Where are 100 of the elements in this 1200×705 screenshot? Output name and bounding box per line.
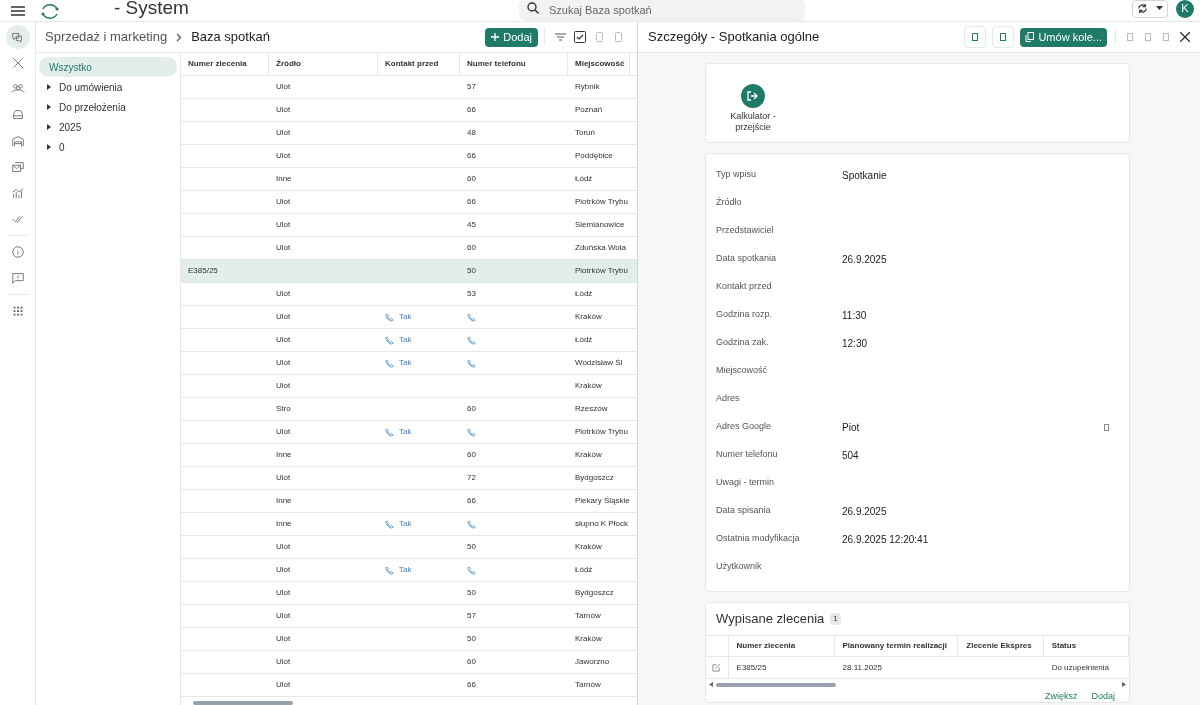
table-cell: Piekary Śląskie <box>575 495 630 507</box>
phone-icon <box>385 335 394 345</box>
table-row[interactable]: Ulot Tak Piotrków Trybu <box>181 421 637 444</box>
table-cell: Siemianowice <box>575 219 625 231</box>
contact-link[interactable]: Tak <box>385 311 412 323</box>
contact-link[interactable]: Tak <box>385 518 412 530</box>
table-row[interactable]: Ulot 66 Piotrków Trybu <box>181 191 637 214</box>
table-row[interactable]: Ulot Tak Kraków <box>181 306 637 329</box>
scrollbar[interactable] <box>193 701 293 705</box>
tool-button[interactable] <box>992 26 1015 48</box>
table-row[interactable]: Ulot Tak Łódź <box>181 559 637 582</box>
table-row[interactable]: Ulot 66 Poznań <box>181 99 637 122</box>
column-header[interactable]: Numer telefonu <box>460 53 568 75</box>
copy-icon <box>1025 32 1035 42</box>
table-row[interactable]: Ulot 57 Tarnów <box>181 605 637 628</box>
tree-item[interactable]: Wszystko <box>39 57 177 77</box>
table-row[interactable]: Ulot 60 Jaworzno <box>181 651 637 674</box>
footer-link[interactable]: Dodaj <box>1091 691 1115 701</box>
table-row[interactable]: Ulot 50 Bydgoszcz <box>181 582 637 605</box>
table-cell: Rybnik <box>575 81 600 93</box>
panel-icon[interactable] <box>596 32 603 42</box>
tool-button[interactable] <box>964 26 987 48</box>
copy-icon[interactable] <box>1104 423 1109 431</box>
phone-icon[interactable] <box>467 427 476 437</box>
table-cell: Piotrków Trybu <box>575 426 628 438</box>
table-row[interactable]: Stro 60 Rzeszów <box>181 398 637 421</box>
edit-icon[interactable] <box>712 663 722 672</box>
column-header[interactable]: Status <box>1043 636 1129 656</box>
table-cell: Kraków <box>575 311 602 323</box>
contact-link[interactable]: Tak <box>385 357 412 369</box>
search-field[interactable]: Szukaj Baza spotkań <box>518 0 805 21</box>
contact-link[interactable]: Tak <box>385 564 412 576</box>
user-avatar[interactable]: K <box>1176 0 1194 18</box>
column-header[interactable]: Kontakt przed <box>378 53 460 75</box>
checkbox-icon[interactable] <box>574 31 586 43</box>
phone-icon[interactable] <box>467 565 476 575</box>
column-header[interactable]: Zlecenie Ekspres <box>958 636 1044 656</box>
panel-icon[interactable] <box>1163 33 1169 41</box>
scroll-left-icon[interactable] <box>709 682 713 687</box>
breadcrumb-link[interactable]: Sprzedaż i marketing <box>45 27 168 47</box>
column-header[interactable]: Miejscowość <box>568 53 630 75</box>
breadcrumb-current: Baza spotkań <box>191 28 270 47</box>
table-row[interactable]: Ulot 50 Kraków <box>181 628 637 651</box>
table-row[interactable]: Ulot 66 Poddębice <box>181 145 637 168</box>
table-cell: 53 <box>467 288 476 300</box>
table-row[interactable]: Ulot Tak Łódź <box>181 329 637 352</box>
meetings-icon <box>10 30 25 44</box>
column-header[interactable]: Numer zlecenia <box>728 636 835 656</box>
table-row[interactable]: Inne 60 Łódź <box>181 168 637 191</box>
panel-icon[interactable] <box>615 32 622 42</box>
phone-icon[interactable] <box>467 519 476 529</box>
table-row[interactable]: Inne 60 Kraków <box>181 444 637 467</box>
table-row[interactable]: Ulot 72 Bydgoszcz <box>181 467 637 490</box>
footer-link[interactable]: Zwiększ <box>1044 691 1078 701</box>
table-cell: Poddębice <box>575 150 613 162</box>
phone-icon[interactable] <box>467 312 476 322</box>
table-row[interactable]: Ulot 57 Rybnik <box>181 76 637 99</box>
scrollbar[interactable] <box>716 682 836 687</box>
tree-item[interactable]: 2025 <box>39 117 177 137</box>
field-label: Miejscowość <box>716 364 768 378</box>
sync-button[interactable] <box>1132 0 1168 18</box>
table-row[interactable]: Ulot 66 Tarnów <box>181 674 637 697</box>
nav-button[interactable] <box>5 25 30 49</box>
column-header[interactable]: Numer zlecenia <box>181 53 269 75</box>
phone-icon <box>385 312 394 322</box>
table-cell: Łódź <box>575 173 593 185</box>
tree-item[interactable]: Do umówienia <box>39 77 177 97</box>
table-cell: Ulot <box>276 81 291 93</box>
filter-icon[interactable] <box>555 33 566 41</box>
field-value: 12:30 <box>842 336 868 351</box>
contact-link[interactable]: Tak <box>385 334 412 346</box>
table-row[interactable]: Inne Tak słupno K Płock <box>181 513 637 536</box>
phone-icon[interactable] <box>467 358 476 368</box>
table-cell: Kraków <box>575 541 602 553</box>
table-cell: Ulot <box>276 587 291 599</box>
table-cell: Ulot <box>276 104 291 116</box>
tree-item[interactable]: Do przełożenia <box>39 97 177 117</box>
column-header[interactable]: Planowany termin realizacji <box>834 636 959 656</box>
column-header[interactable]: Źródło <box>269 53 378 75</box>
tree-item[interactable]: 0 <box>39 137 177 157</box>
table-row[interactable]: E385/25 50 Piotrków Trybu <box>181 260 637 283</box>
table-row[interactable]: Inne 66 Piekary Śląskie <box>181 490 637 513</box>
table-row[interactable]: Ulot 50 Kraków <box>181 536 637 559</box>
add-button[interactable]: Dodaj <box>485 27 538 47</box>
schedule-button[interactable]: Umów kole... <box>1020 27 1107 47</box>
table-cell: Ulot <box>276 288 291 300</box>
calculator-button[interactable] <box>741 84 765 108</box>
table-row[interactable]: Ulot Kraków <box>181 375 637 398</box>
phone-icon[interactable] <box>467 335 476 345</box>
table-row[interactable]: Ulot 45 Siemianowice <box>181 214 637 237</box>
table-row[interactable]: Ulot 53 Łódź <box>181 283 637 306</box>
menu-icon[interactable] <box>11 5 25 16</box>
feedback-icon <box>10 271 25 285</box>
panel-icon[interactable] <box>1127 33 1133 41</box>
table-row[interactable]: Ulot 48 Toruń <box>181 122 637 145</box>
scroll-right-icon[interactable] <box>1122 682 1126 687</box>
table-row[interactable]: Ulot Tak Wodzisław Śl <box>181 352 637 375</box>
contact-link[interactable]: Tak <box>385 426 412 438</box>
close-icon[interactable] <box>1180 32 1190 42</box>
panel-icon[interactable] <box>1145 33 1151 41</box>
